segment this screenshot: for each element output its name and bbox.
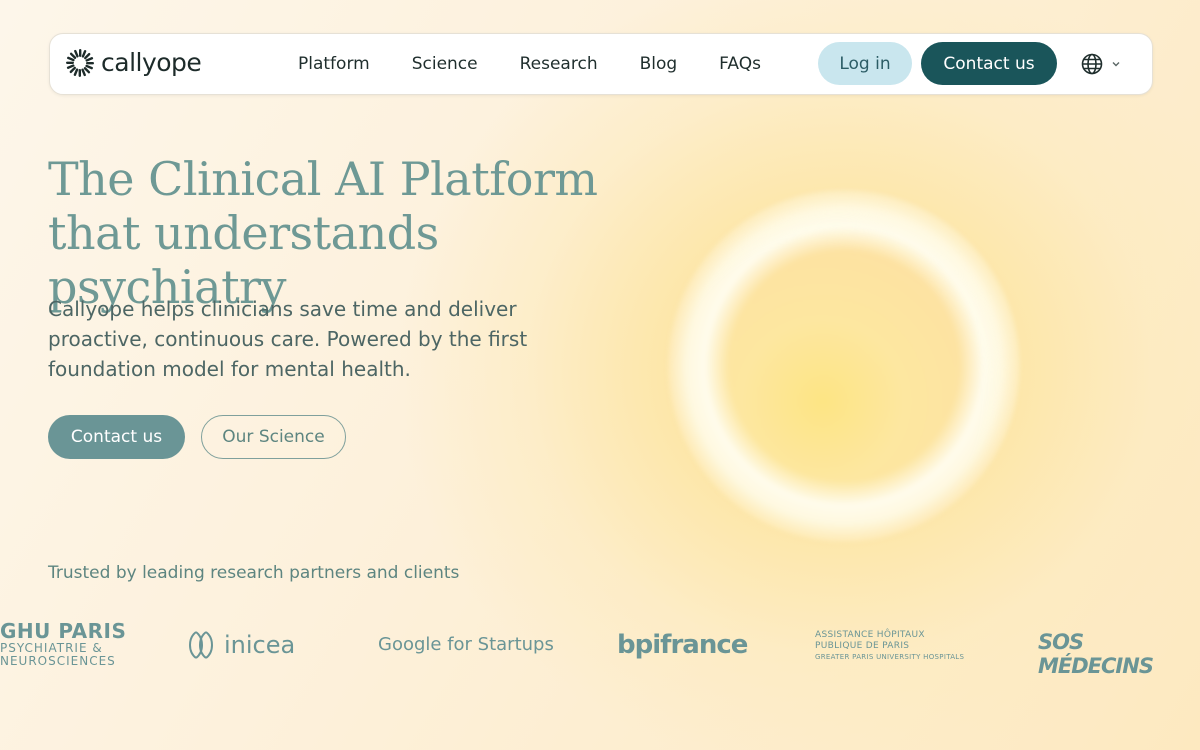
- top-navbar: callyope Platform Science Research Blog …: [49, 33, 1153, 95]
- nav-link-blog[interactable]: Blog: [640, 54, 678, 74]
- nav-link-platform[interactable]: Platform: [298, 54, 370, 74]
- globe-icon: [1081, 53, 1103, 75]
- partner-logo-google-for-startups: Google for Startups: [378, 634, 554, 655]
- nav-links: Platform Science Research Blog FAQs: [298, 34, 803, 94]
- brand-logo[interactable]: callyope: [65, 48, 202, 78]
- partner-logo-ghu-paris: GHU PARIS PSYCHIATRIE & NEUROSCIENCES: [0, 620, 126, 668]
- hero-title: The Clinical AI Platform that understand…: [48, 152, 688, 314]
- partners-heading: Trusted by leading research partners and…: [48, 563, 460, 583]
- aphp-line-2: PUBLIQUE DE PARIS: [815, 641, 910, 651]
- hero-subtitle: Callyope helps clinicians save time and …: [48, 297, 528, 381]
- brand-name: callyope: [101, 48, 202, 77]
- language-selector[interactable]: [1081, 53, 1123, 75]
- nav-link-research[interactable]: Research: [520, 54, 598, 74]
- nav-link-science[interactable]: Science: [412, 54, 478, 74]
- partner-logo-inicea: inicea: [186, 630, 295, 660]
- chevron-down-icon: [1112, 62, 1120, 67]
- hero-title-line-1: The Clinical AI Platform: [48, 152, 598, 206]
- login-button[interactable]: Log in: [818, 42, 912, 85]
- inicea-name: inicea: [224, 631, 296, 659]
- partner-logo-sos-medecins: SOS MÉDECINS: [1038, 630, 1154, 678]
- ghu-name: GHU PARIS: [0, 619, 127, 643]
- nav-link-faqs[interactable]: FAQs: [719, 54, 761, 74]
- partner-logo-aphp: ASSISTANCE HÔPITAUX PUBLIQUE DE PARIS GR…: [815, 630, 964, 663]
- aphp-line-1: ASSISTANCE HÔPITAUX: [815, 630, 925, 640]
- hero-contact-button[interactable]: Contact us: [48, 415, 185, 459]
- aphp-line-3: GREATER PARIS UNIVERSITY HOSPITALS: [815, 653, 965, 661]
- hero-orb: [668, 190, 1020, 542]
- ghu-line-3: NEUROSCIENCES: [0, 654, 116, 668]
- our-science-button[interactable]: Our Science: [201, 415, 346, 459]
- partner-logo-bpifrance: bpifrance: [617, 630, 748, 660]
- inicea-symbol-icon: [189, 631, 213, 659]
- callyope-logo-icon: [66, 49, 94, 77]
- nav-contact-button[interactable]: Contact us: [921, 42, 1057, 85]
